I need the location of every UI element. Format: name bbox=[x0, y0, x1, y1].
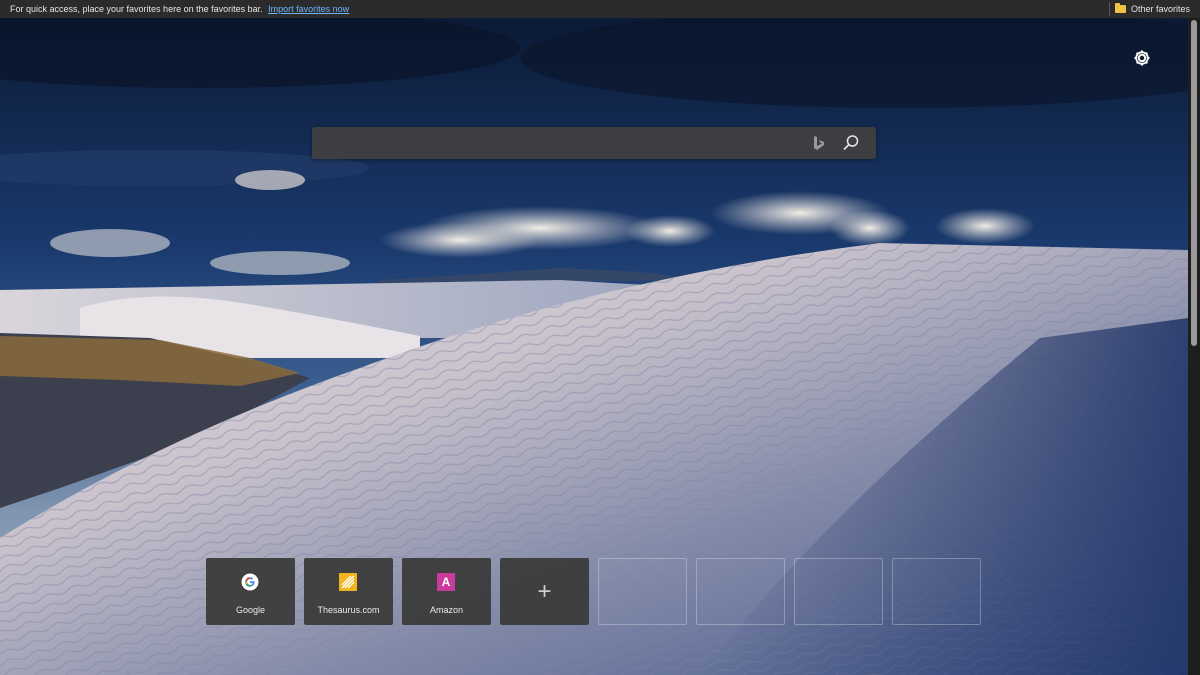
plus-icon: + bbox=[537, 578, 552, 605]
folder-icon bbox=[1114, 3, 1126, 13]
search-box[interactable] bbox=[312, 127, 876, 161]
empty-quick-link-slot bbox=[794, 558, 883, 625]
quick-link-thesaurus[interactable]: Thesaurus.com bbox=[304, 558, 393, 625]
add-quick-link-button[interactable]: + bbox=[500, 558, 589, 625]
quick-link-label: Thesaurus.com bbox=[317, 605, 380, 615]
quick-link-amazon[interactable]: A Amazon bbox=[402, 558, 491, 625]
empty-quick-link-slot bbox=[696, 558, 785, 625]
search-input[interactable] bbox=[324, 127, 808, 161]
import-favorites-link[interactable]: Import favorites now bbox=[268, 4, 349, 14]
favorites-bar-message: For quick access, place your favorites h… bbox=[10, 4, 263, 14]
quick-link-label: Amazon bbox=[429, 605, 464, 615]
gear-icon bbox=[1134, 50, 1150, 66]
google-icon bbox=[241, 573, 259, 591]
other-favorites-label: Other favorites bbox=[1130, 4, 1190, 14]
empty-quick-link-slot bbox=[598, 558, 687, 625]
favorites-bar-divider bbox=[1109, 2, 1110, 16]
thesaurus-icon bbox=[339, 573, 357, 591]
background-image bbox=[0, 18, 1188, 675]
bing-logo-icon bbox=[814, 136, 824, 150]
quick-link-label: Google bbox=[235, 605, 266, 615]
scrollbar-thumb[interactable] bbox=[1191, 20, 1197, 346]
quick-link-google[interactable]: Google bbox=[206, 558, 295, 625]
other-favorites-button[interactable]: Other favorites bbox=[1114, 0, 1190, 18]
magnifier-icon[interactable] bbox=[842, 134, 860, 152]
amazon-icon: A bbox=[437, 573, 455, 591]
empty-quick-link-slot bbox=[892, 558, 981, 625]
settings-button[interactable] bbox=[1130, 46, 1154, 70]
favorites-bar: For quick access, place your favorites h… bbox=[0, 0, 1200, 18]
page-scrollbar[interactable] bbox=[1188, 18, 1200, 675]
